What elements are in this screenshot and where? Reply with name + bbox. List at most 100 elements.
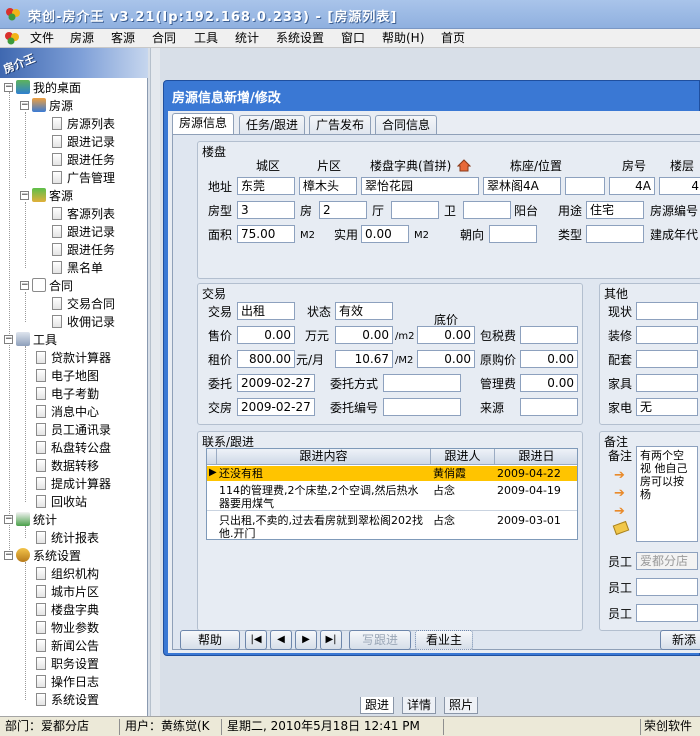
collapse-icon[interactable]: −	[20, 280, 29, 290]
staff-field-3[interactable]	[636, 604, 698, 622]
room-no-field[interactable]: 4A	[609, 177, 655, 195]
app-menu-icon[interactable]	[4, 31, 20, 45]
menu-file[interactable]: 文件	[30, 30, 54, 46]
sale-base-price-field[interactable]: 0.00	[417, 326, 475, 344]
tab-task-followup[interactable]: 任务/跟进	[239, 115, 306, 135]
menu-help[interactable]: 帮助(H)	[382, 30, 424, 46]
remark-textarea[interactable]: 有两个空 视 他自己 房可以按杨	[636, 446, 698, 542]
grid-header-date[interactable]: 跟进日	[495, 449, 577, 465]
entrust-no-field[interactable]	[383, 398, 461, 416]
menu-stats[interactable]: 统计	[235, 30, 259, 46]
add-new-button[interactable]: 新添	[660, 630, 700, 650]
tab-detail[interactable]: 详情	[402, 697, 437, 714]
table-row[interactable]: 只出租,不卖的,过去看房就到翠松阁202找他.开门 占念 2009-03-01	[207, 512, 577, 539]
status-select[interactable]: 有效	[335, 302, 393, 320]
rent-unit-price-field[interactable]: 10.67	[335, 350, 393, 368]
menu-home[interactable]: 首页	[441, 30, 465, 46]
sidebar-item-client-followup[interactable]: 跟进记录	[52, 222, 115, 240]
next-record-button[interactable]: ▶	[295, 630, 317, 650]
table-row[interactable]: ▶ 还没有租 黄俏霞 2009-04-22	[207, 466, 577, 481]
help-button[interactable]: 帮助	[180, 630, 240, 650]
tab-house-info[interactable]: 房源信息	[172, 113, 235, 135]
sidebar-item-logs[interactable]: 操作日志	[36, 672, 99, 690]
sidebar-splitter[interactable]	[150, 48, 160, 716]
baths-field[interactable]	[391, 201, 439, 219]
size-field[interactable]: 75.00	[237, 225, 295, 243]
sale-unit-price-field[interactable]: 0.00	[335, 326, 393, 344]
menu-client[interactable]: 客源	[111, 30, 135, 46]
sidebar-item-client-task[interactable]: 跟进任务	[52, 240, 115, 258]
halls-field[interactable]: 2	[319, 201, 367, 219]
decoration-field[interactable]	[636, 326, 698, 344]
handover-date-field[interactable]: 2009-02-27	[237, 398, 315, 416]
first-record-button[interactable]: |◀	[245, 630, 267, 650]
arrow-right-icon[interactable]: ➔	[614, 486, 625, 501]
sidebar-item-contacts[interactable]: 员工通讯录	[36, 420, 111, 438]
table-row[interactable]: 114的管理费,2个床垫,2个空调,然后热水器要用煤气 占念 2009-04-1…	[207, 482, 577, 511]
sidebar-item-trade-contract[interactable]: 交易合同	[52, 294, 115, 312]
view-owner-button[interactable]: 看业主	[415, 630, 473, 650]
sidebar-item-messages[interactable]: 消息中心	[36, 402, 99, 420]
tree-group-client[interactable]: − 客源	[20, 186, 73, 204]
staff-field[interactable]: 爱都分店	[636, 552, 698, 570]
tree-group-settings[interactable]: − 系统设置	[4, 546, 81, 564]
sidebar-item-client-list[interactable]: 客源列表	[52, 204, 115, 222]
eraser-icon[interactable]	[612, 520, 630, 536]
menu-settings[interactable]: 系统设置	[276, 30, 324, 46]
original-price-field[interactable]: 0.00	[520, 350, 578, 368]
actual-size-field[interactable]: 0.00	[361, 225, 409, 243]
sidebar-item-house-list[interactable]: 房源列表	[52, 114, 115, 132]
prev-record-button[interactable]: ◀	[270, 630, 292, 650]
balcony-field[interactable]	[463, 201, 511, 219]
tree-group-contract[interactable]: − 合同	[20, 276, 73, 294]
collapse-icon[interactable]: −	[4, 550, 13, 560]
tax-field[interactable]	[520, 326, 578, 344]
sidebar-item-reports[interactable]: 统计报表	[36, 528, 99, 546]
rent-base-price-field[interactable]: 0.00	[417, 350, 475, 368]
source-select[interactable]	[520, 398, 578, 416]
tree-root[interactable]: − 我的桌面	[4, 78, 81, 96]
rooms-field[interactable]: 3	[237, 201, 295, 219]
sidebar-item-recycle-bin[interactable]: 回收站	[36, 492, 87, 510]
last-record-button[interactable]: ▶|	[320, 630, 342, 650]
grid-header-content[interactable]: 跟进内容	[217, 449, 431, 465]
entrust-mode-select[interactable]	[383, 374, 461, 392]
tree-group-tools[interactable]: − 工具	[4, 330, 57, 348]
management-fee-field[interactable]: 0.00	[520, 374, 578, 392]
sidebar-item-blacklist[interactable]: 黑名单	[52, 258, 103, 276]
sidebar-item-loan-calc[interactable]: 贷款计算器	[36, 348, 111, 366]
sidebar-item-house-followup[interactable]: 跟进记录	[52, 132, 115, 150]
tab-contract-info[interactable]: 合同信息	[375, 115, 438, 135]
floor-field[interactable]: 4	[659, 177, 700, 195]
menu-tools[interactable]: 工具	[194, 30, 218, 46]
sidebar-item-map[interactable]: 电子地图	[36, 366, 99, 384]
collapse-icon[interactable]: −	[20, 190, 29, 200]
menu-window[interactable]: 窗口	[341, 30, 365, 46]
sale-price-field[interactable]: 0.00	[237, 326, 295, 344]
area-field[interactable]: 樟木头	[299, 177, 357, 195]
staff-field-2[interactable]	[636, 578, 698, 596]
sidebar-item-districts[interactable]: 城市片区	[36, 582, 99, 600]
sidebar-item-private-to-public[interactable]: 私盘转公盘	[36, 438, 111, 456]
arrow-right-icon[interactable]: ➔	[614, 468, 625, 483]
trade-type-select[interactable]: 出租	[237, 302, 295, 320]
sidebar-item-attendance[interactable]: 电子考勤	[36, 384, 99, 402]
condition-field[interactable]	[636, 302, 698, 320]
unit-field[interactable]	[565, 177, 605, 195]
appliance-field[interactable]: 无	[636, 398, 698, 416]
collapse-icon[interactable]: −	[20, 100, 29, 110]
tab-ad-publish[interactable]: 广告发布	[309, 115, 372, 135]
sidebar-item-system-settings[interactable]: 系统设置	[36, 690, 99, 708]
tree-group-stats[interactable]: − 统计	[4, 510, 57, 528]
sidebar-item-commission-calc[interactable]: 提成计算器	[36, 474, 111, 492]
furniture-field[interactable]	[636, 374, 698, 392]
usage-select[interactable]: 住宅	[586, 201, 644, 219]
sidebar-item-data-transfer[interactable]: 数据转移	[36, 456, 99, 474]
sidebar-item-estate-dict[interactable]: 楼盘字典	[36, 600, 99, 618]
sidebar-item-news[interactable]: 新闻公告	[36, 636, 99, 654]
district-field[interactable]: 东莞	[237, 177, 295, 195]
menu-contract[interactable]: 合同	[152, 30, 176, 46]
sidebar-item-organization[interactable]: 组织机构	[36, 564, 99, 582]
collapse-icon[interactable]: −	[4, 334, 13, 344]
sidebar-item-house-task[interactable]: 跟进任务	[52, 150, 115, 168]
